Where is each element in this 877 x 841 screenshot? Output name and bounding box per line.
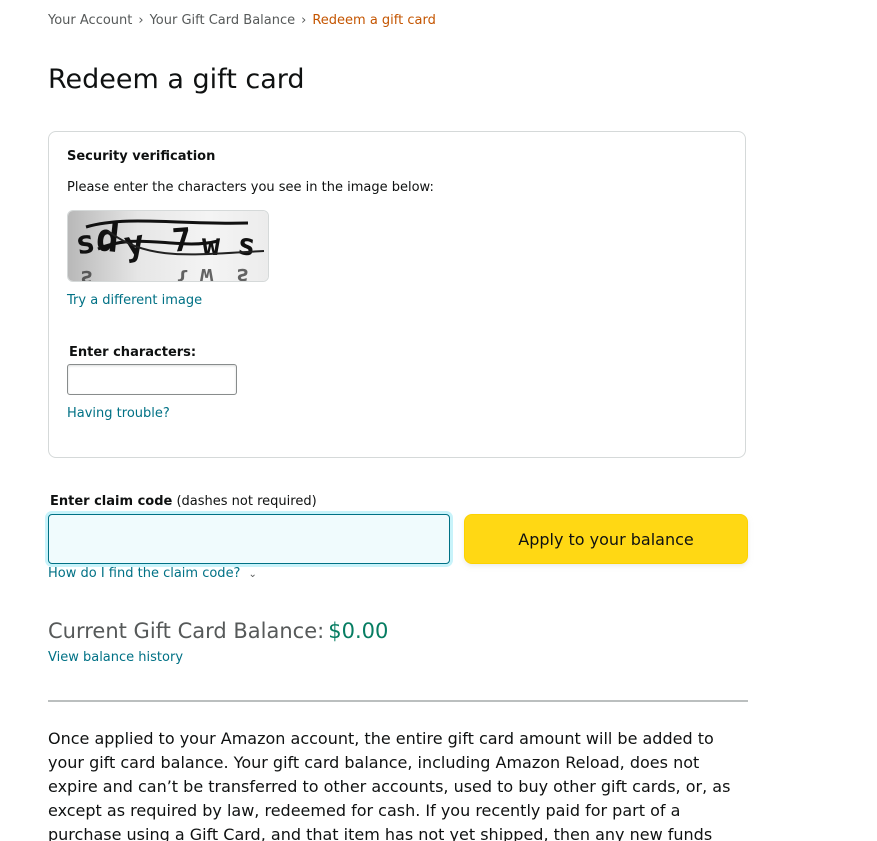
svg-text:{: { bbox=[176, 268, 189, 281]
captcha-image: s d y 7 w s s { w s bbox=[67, 210, 269, 282]
svg-text:w: w bbox=[202, 228, 221, 263]
chevron-down-icon: ⌄ bbox=[248, 569, 257, 580]
having-trouble-link[interactable]: Having trouble? bbox=[67, 405, 170, 423]
redeem-page: Your Account › Your Gift Card Balance › Rede… bbox=[0, 0, 877, 841]
try-different-image-link[interactable]: Try a different image bbox=[67, 292, 202, 310]
page-title: Redeem a gift card bbox=[48, 64, 305, 95]
gift-card-info-text: Once applied to your Amazon account, the… bbox=[48, 729, 731, 841]
claim-code-input[interactable] bbox=[48, 514, 450, 564]
security-title: Security verification bbox=[67, 149, 216, 164]
security-verification-box: Security verification Please enter the c… bbox=[48, 131, 746, 458]
claim-code-hint: (dashes not required) bbox=[176, 494, 317, 509]
find-claim-code-text: How do I find the claim code? bbox=[48, 566, 241, 581]
svg-text:s: s bbox=[236, 263, 249, 281]
captcha-input[interactable] bbox=[67, 364, 237, 395]
claim-code-label-text: Enter claim code bbox=[50, 494, 173, 509]
view-balance-history-link[interactable]: View balance history bbox=[48, 649, 183, 667]
breadcrumb-separator: › bbox=[138, 13, 144, 28]
svg-text:w: w bbox=[200, 263, 214, 281]
balance-amount: $0.00 bbox=[328, 619, 389, 643]
claim-code-label: Enter claim code (dashes not required) bbox=[50, 493, 317, 511]
security-description: Please enter the characters you see in t… bbox=[67, 180, 434, 195]
balance-label: Current Gift Card Balance: bbox=[48, 619, 325, 643]
current-balance: Current Gift Card Balance: $0.00 bbox=[48, 617, 388, 645]
breadcrumb: Your Account › Your Gift Card Balance › Rede… bbox=[48, 12, 436, 30]
breadcrumb-your-account[interactable]: Your Account bbox=[48, 13, 132, 28]
apply-to-balance-button[interactable]: Apply to your balance bbox=[464, 514, 748, 564]
breadcrumb-current: Redeem a gift card bbox=[312, 13, 436, 28]
svg-text:s: s bbox=[80, 265, 93, 281]
enter-characters-label: Enter characters: bbox=[69, 345, 197, 360]
find-claim-code-link[interactable]: How do I find the claim code? ⌄ bbox=[48, 565, 257, 584]
divider bbox=[48, 700, 748, 702]
breadcrumb-separator: › bbox=[301, 13, 307, 28]
breadcrumb-gift-card-balance[interactable]: Your Gift Card Balance bbox=[150, 13, 296, 28]
